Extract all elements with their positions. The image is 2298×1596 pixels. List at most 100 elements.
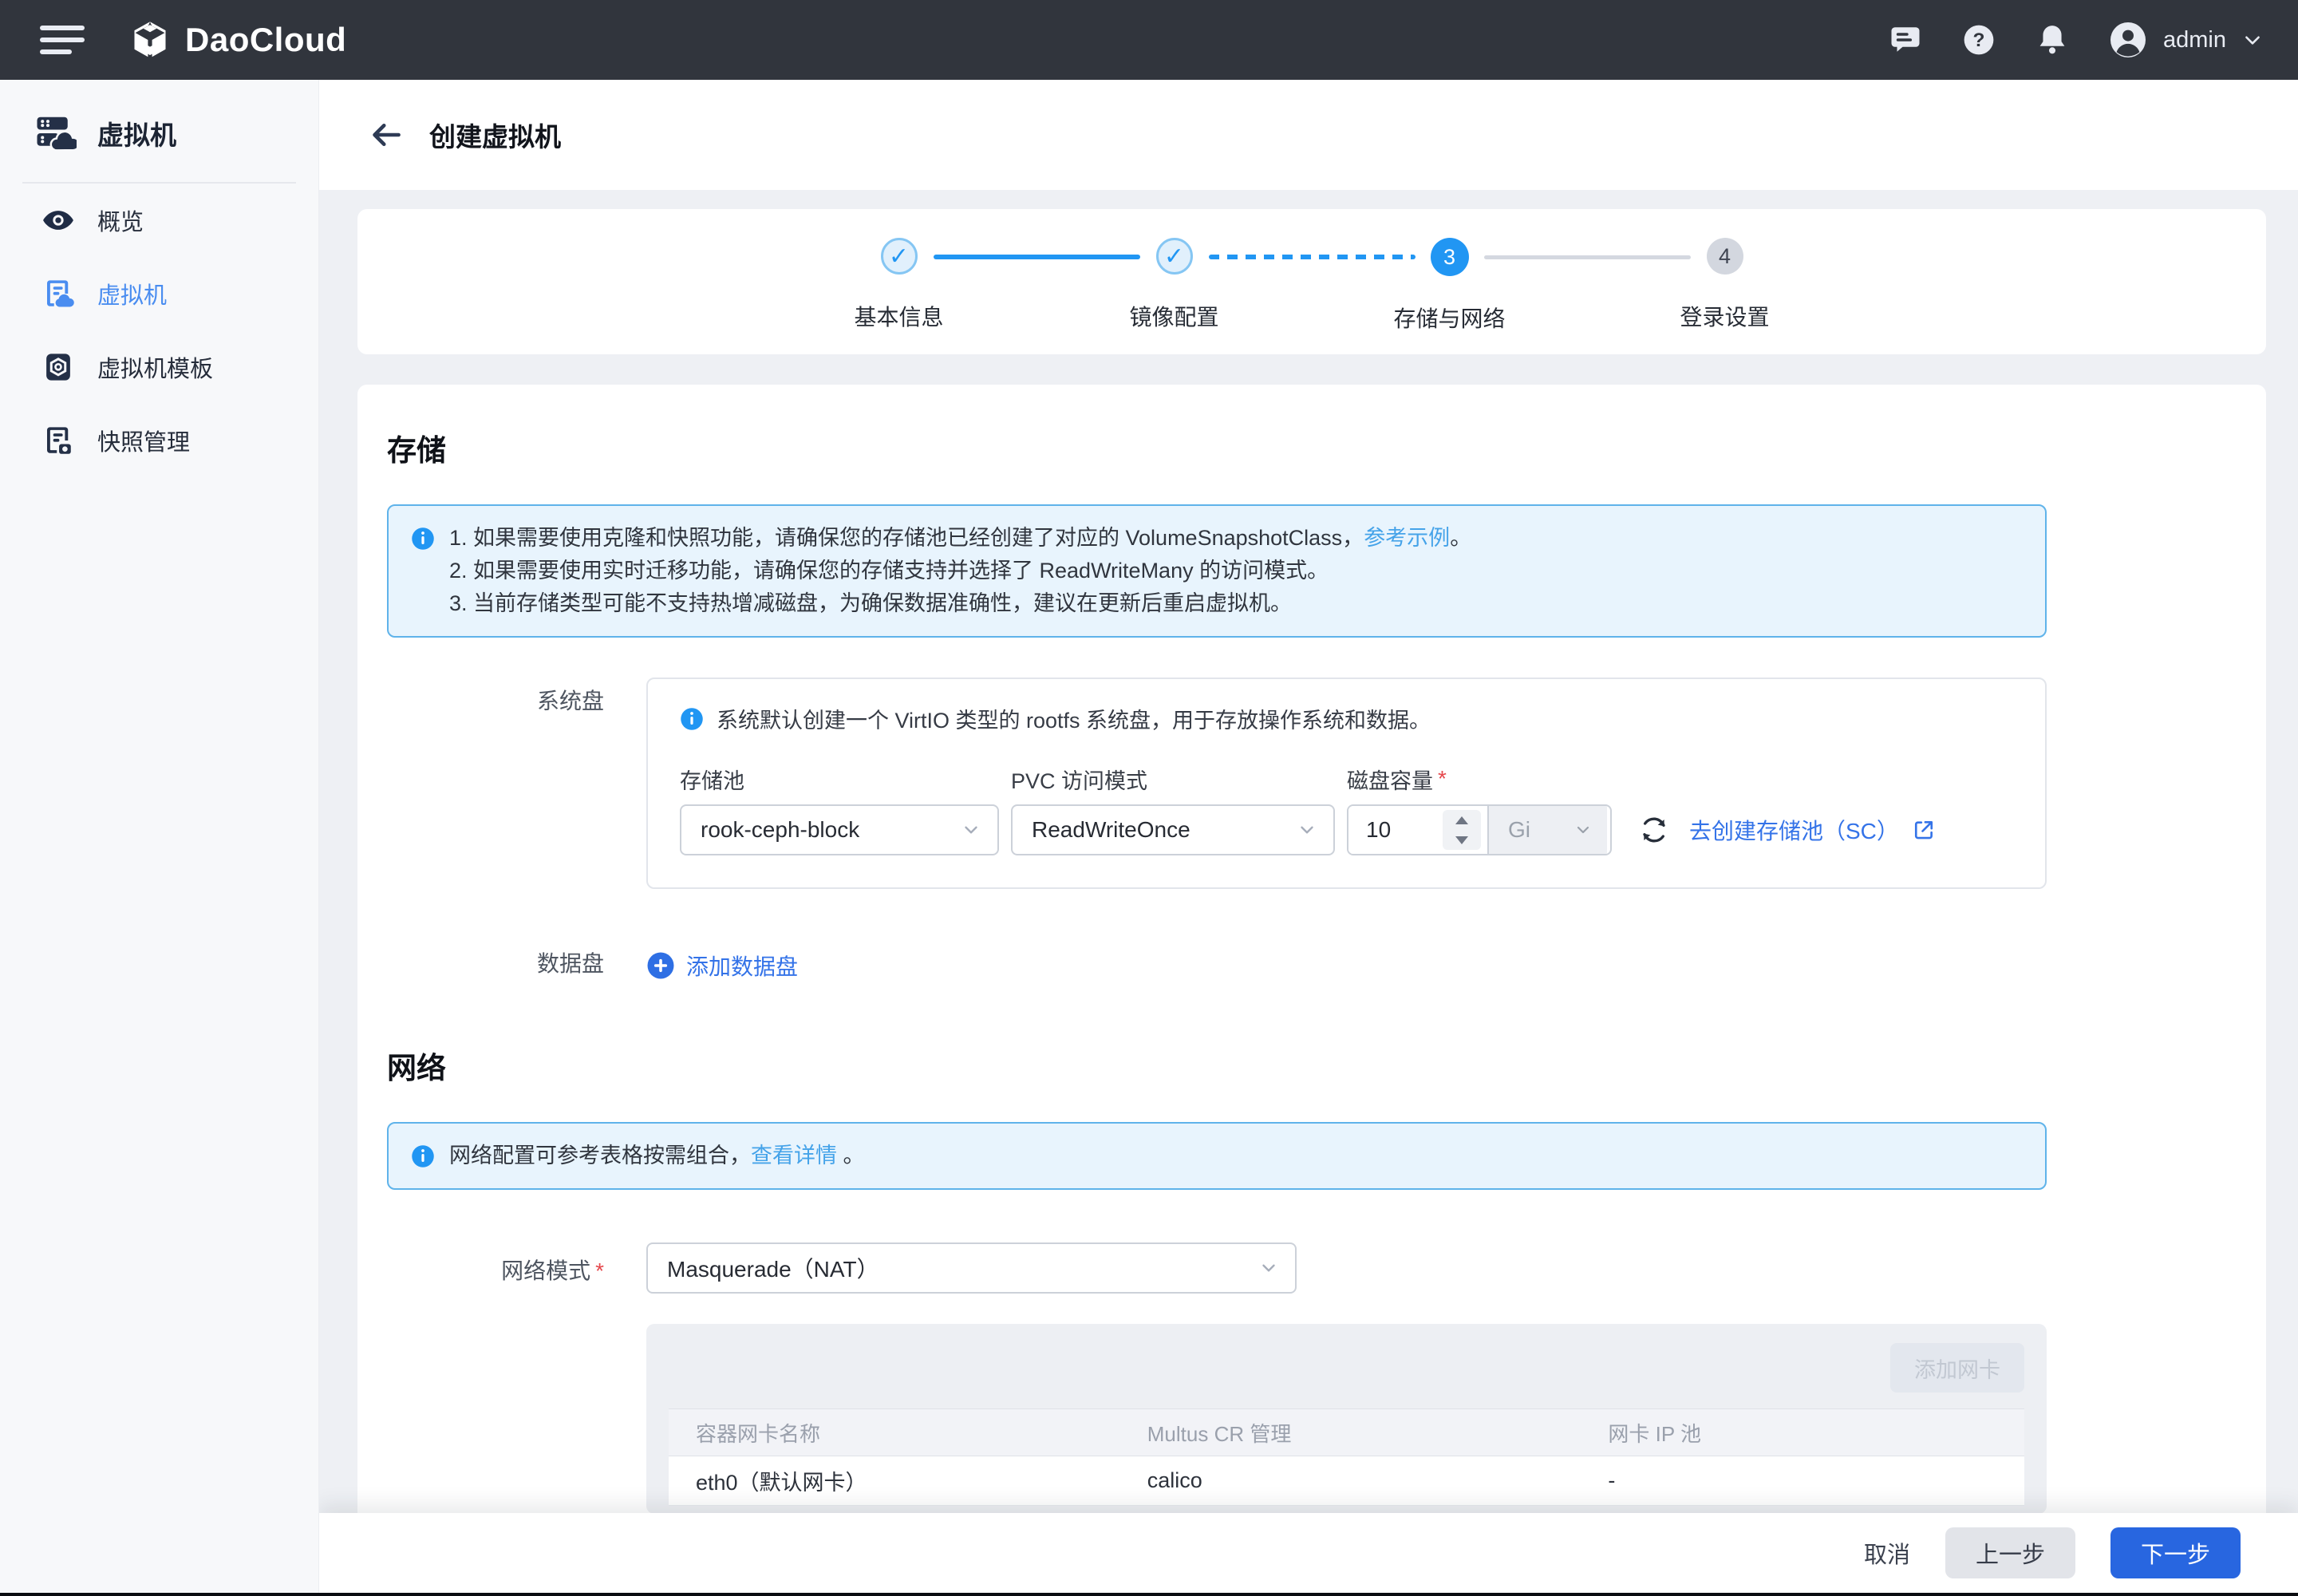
step-basic-info[interactable]: ✓ 基本信息 bbox=[761, 238, 1036, 334]
step-image-config[interactable]: ✓ 镜像配置 bbox=[1036, 238, 1312, 334]
sidebar-item-virtual-machines[interactable]: 虚拟机 bbox=[0, 257, 318, 330]
nic-table: 容器网卡名称 Multus CR 管理 网卡 IP 池 eth0（默认网卡） c… bbox=[669, 1408, 2024, 1506]
storage-pool-label: 存储池 bbox=[680, 766, 999, 792]
username: admin bbox=[2163, 27, 2226, 53]
content: ✓ 基本信息 ✓ 镜像配置 3 存储与网络 4 登录设置 bbox=[319, 190, 2298, 1513]
notice-line-2: 2. 如果需要使用实时迁移功能，请确保您的存储支持并选择了 ReadWriteM… bbox=[449, 555, 1471, 587]
chevron-down-icon bbox=[1573, 820, 1593, 839]
reference-example-link[interactable]: 参考示例 bbox=[1364, 526, 1450, 550]
sidebar-title: 虚拟机 bbox=[97, 114, 176, 152]
notice-line-3: 3. 当前存储类型可能不支持热增减磁盘，为确保数据准确性，建议在更新后重启虚拟机… bbox=[449, 587, 1471, 620]
next-step-button[interactable]: 下一步 bbox=[2110, 1527, 2241, 1578]
storage-notice: 1. 如果需要使用克隆和快照功能，请确保您的存储池已经创建了对应的 Volume… bbox=[387, 504, 2047, 638]
stepper-up-icon[interactable] bbox=[1443, 810, 1481, 830]
chevron-down-icon bbox=[2242, 30, 2263, 50]
required-asterisk: * bbox=[1438, 766, 1447, 792]
daocloud-cube-icon bbox=[129, 19, 171, 61]
sidebar-nav: 概览 虚拟机 虚拟机模板 bbox=[0, 184, 318, 477]
network-mode-row: 网络模式* Masquerade（NAT） bbox=[387, 1242, 2047, 1294]
back-arrow-icon[interactable] bbox=[369, 117, 404, 152]
notifications-bell-icon[interactable] bbox=[2035, 23, 2069, 57]
storage-pool-select[interactable]: rook-ceph-block bbox=[680, 804, 999, 855]
step1-check-icon: ✓ bbox=[881, 238, 918, 275]
data-disk-label: 数据盘 bbox=[387, 946, 646, 982]
info-icon bbox=[411, 1144, 435, 1172]
stepper-connector-upcoming bbox=[1484, 255, 1691, 259]
required-asterisk: * bbox=[595, 1258, 604, 1283]
brand-name: DaoCloud bbox=[185, 21, 346, 59]
sidebar-item-vm-templates[interactable]: 虚拟机模板 bbox=[0, 330, 318, 404]
capacity-input[interactable] bbox=[1348, 806, 1443, 854]
svg-text:?: ? bbox=[1973, 30, 1985, 51]
vm-doc-cloud-icon bbox=[41, 277, 75, 310]
capacity-label: 磁盘容量* bbox=[1347, 766, 1612, 792]
wizard-footer: 取消 上一步 下一步 bbox=[319, 1513, 2298, 1593]
stepper-connector-dashed bbox=[1209, 255, 1416, 259]
nic-name-cell: eth0（默认网卡） bbox=[669, 1465, 1120, 1496]
refresh-icon[interactable] bbox=[1638, 814, 1670, 846]
stepper-card: ✓ 基本信息 ✓ 镜像配置 3 存储与网络 4 登录设置 bbox=[357, 209, 2266, 354]
step-storage-network[interactable]: 3 存储与网络 bbox=[1312, 238, 1587, 334]
capacity-stepper[interactable] bbox=[1443, 810, 1481, 850]
top-navbar: DaoCloud ? admin bbox=[0, 0, 2298, 80]
multus-cr-cell: calico bbox=[1120, 1468, 1581, 1493]
avatar bbox=[2109, 21, 2147, 59]
chevron-down-icon bbox=[1297, 820, 1317, 840]
sidebar-header: 虚拟机 bbox=[0, 80, 318, 182]
add-nic-button[interactable]: 添加网卡 bbox=[1890, 1343, 2024, 1393]
stepper-connector-done bbox=[934, 255, 1140, 259]
sidebar: 虚拟机 概览 虚拟机 bbox=[0, 80, 319, 1596]
main-area: 创建虚拟机 ✓ 基本信息 ✓ 镜像配置 3 bbox=[319, 80, 2298, 1596]
network-notice: 网络配置可参考表格按需组合，查看详情 。 bbox=[387, 1122, 2047, 1190]
notice-line-1: 1. 如果需要使用克隆和快照功能，请确保您的存储池已经创建了对应的 Volume… bbox=[449, 522, 1471, 555]
template-cube-icon bbox=[41, 350, 75, 384]
create-storage-pool-link[interactable]: 去创建存储池（SC） bbox=[1689, 814, 1936, 846]
ip-pool-cell: - bbox=[1581, 1468, 2024, 1493]
chevron-down-icon bbox=[1258, 1258, 1279, 1278]
step2-check-icon: ✓ bbox=[1156, 238, 1193, 275]
capacity-unit-select[interactable]: Gi bbox=[1487, 806, 1607, 854]
sidebar-item-snapshots[interactable]: 快照管理 bbox=[0, 404, 318, 477]
storage-section-title: 存储 bbox=[387, 426, 2047, 469]
help-icon[interactable]: ? bbox=[1962, 23, 1996, 57]
step-login-settings[interactable]: 4 登录设置 bbox=[1587, 238, 1862, 334]
nic-table-row: 添加网卡 容器网卡名称 Multus CR 管理 网卡 IP 池 eth0（默认… bbox=[387, 1333, 2047, 1513]
system-disk-label: 系统盘 bbox=[387, 678, 646, 889]
brand-logo[interactable]: DaoCloud bbox=[129, 19, 346, 61]
info-icon bbox=[411, 527, 435, 620]
system-disk-hint: 系统默认创建一个 VirtIO 类型的 rootfs 系统盘，用于存放操作系统和… bbox=[680, 703, 2013, 734]
stepper-down-icon[interactable] bbox=[1443, 830, 1481, 850]
message-icon[interactable] bbox=[1889, 23, 1922, 57]
data-disk-row: 数据盘 添加数据盘 bbox=[387, 946, 2047, 982]
nic-table-header: 容器网卡名称 Multus CR 管理 网卡 IP 池 bbox=[669, 1408, 2024, 1456]
info-icon bbox=[680, 707, 704, 731]
plus-circle-icon bbox=[646, 951, 675, 980]
access-mode-select[interactable]: ReadWriteOnce bbox=[1011, 804, 1335, 855]
network-section-title: 网络 bbox=[387, 1044, 2047, 1087]
step3-number: 3 bbox=[1431, 238, 1469, 276]
add-data-disk-link[interactable]: 添加数据盘 bbox=[646, 946, 2047, 982]
snapshot-icon bbox=[41, 424, 75, 457]
page-header: 创建虚拟机 bbox=[319, 80, 2298, 190]
external-link-icon bbox=[1912, 818, 1936, 842]
wizard-stepper: ✓ 基本信息 ✓ 镜像配置 3 存储与网络 4 登录设置 bbox=[761, 238, 1862, 354]
system-disk-panel: 系统默认创建一个 VirtIO 类型的 rootfs 系统盘，用于存放操作系统和… bbox=[646, 678, 2047, 889]
view-details-link[interactable]: 查看详情 bbox=[751, 1144, 837, 1167]
previous-step-button[interactable]: 上一步 bbox=[1945, 1527, 2075, 1578]
user-menu[interactable]: admin bbox=[2109, 21, 2263, 59]
network-mode-label: 网络模式* bbox=[387, 1242, 646, 1294]
page-title: 创建虚拟机 bbox=[429, 116, 561, 154]
table-row: eth0（默认网卡） calico - bbox=[669, 1456, 2024, 1506]
menu-toggle-icon[interactable] bbox=[40, 22, 85, 57]
eye-icon bbox=[41, 203, 75, 237]
form-card: 存储 1. 如果需要使用克隆和快照功能，请确保您的存储池已经创建了对应的 Vol… bbox=[357, 385, 2266, 1513]
vm-module-icon bbox=[34, 112, 77, 155]
cancel-button[interactable]: 取消 bbox=[1864, 1536, 1910, 1570]
nic-panel: 添加网卡 容器网卡名称 Multus CR 管理 网卡 IP 池 eth0（默认… bbox=[646, 1324, 2047, 1513]
sidebar-item-overview[interactable]: 概览 bbox=[0, 184, 318, 257]
system-disk-row: 系统盘 系统默认创建一个 VirtIO 类型的 rootfs 系统盘，用于存放操… bbox=[387, 678, 2047, 889]
network-mode-select[interactable]: Masquerade（NAT） bbox=[646, 1242, 1297, 1294]
step4-number: 4 bbox=[1707, 238, 1743, 275]
network-notice-text: 网络配置可参考表格按需组合，查看详情 。 bbox=[449, 1140, 865, 1172]
capacity-group: Gi bbox=[1347, 804, 1612, 855]
